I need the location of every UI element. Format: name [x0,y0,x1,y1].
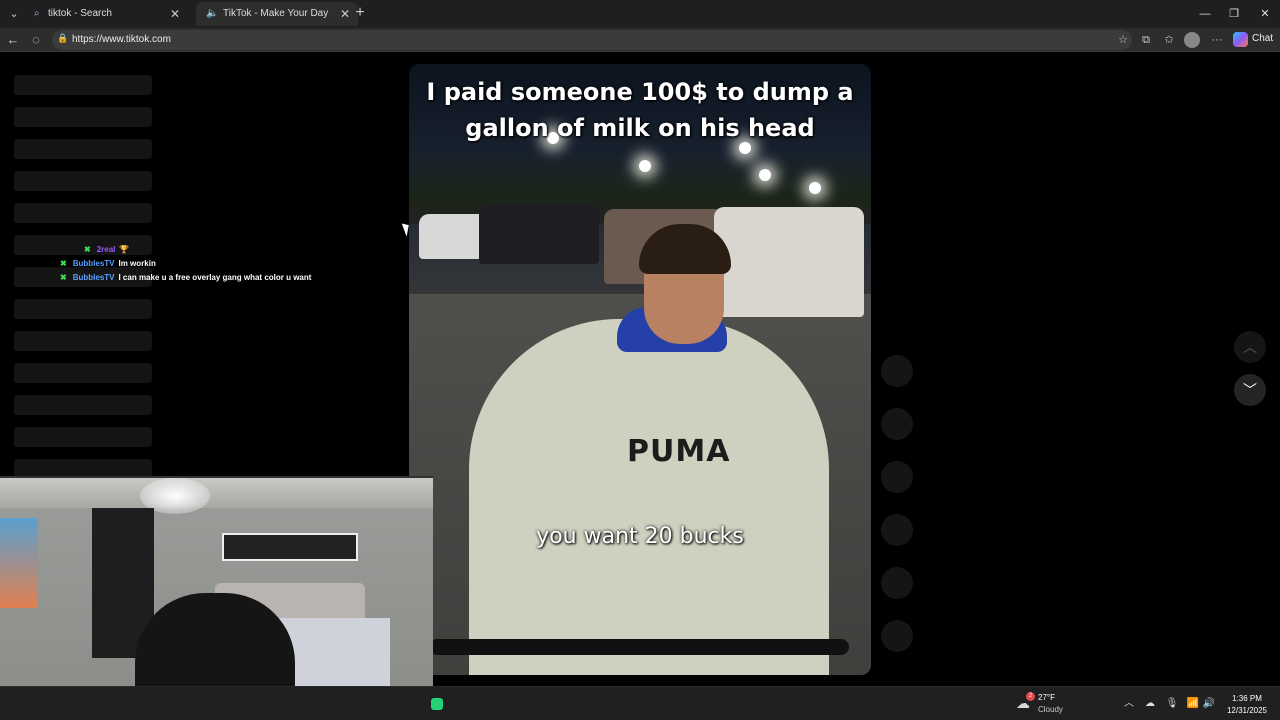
sidebar-skeleton-item [14,331,152,351]
weather-condition[interactable]: Cloudy [1038,705,1063,714]
windows-taskbar: ☁ 2 27°F Cloudy ︿ ☁ 🎙 📶 🔊 1:36 PM 12/31/… [0,686,1280,720]
music-button-skeleton[interactable] [881,567,913,599]
chat-text: I can make u a free overlay gang what co… [118,273,312,282]
clock-time[interactable]: 1:36 PM [1222,694,1272,703]
sidebar-skeleton-item [14,427,152,447]
microphone-icon[interactable]: 🎙 [1165,697,1179,711]
close-window-button[interactable]: ✕ [1250,0,1280,28]
stream-chat-overlay: ✖ 2real 🏆 ✖ BubblesTV Im workin ✖ BubblesTV I … [60,243,311,285]
weather-badge: 2 [1026,692,1035,701]
sidebar-skeleton-item [14,75,152,95]
like-button-skeleton[interactable] [881,355,913,387]
tab-close-icon[interactable]: ✕ [170,2,180,26]
browser-titlebar: ⌄ ⌕ tiktok - Search ✕ 🔈 TikTok - Make Yo… [0,0,1280,28]
sidebar-skeleton-item [14,171,152,191]
video-scene-bike [429,639,849,655]
address-bar[interactable]: 🔒 https://www.tiktok.com ☆ [52,30,1132,50]
sidebar-skeleton-item [14,203,152,223]
tab-tiktok-make-your-day[interactable]: 🔈 TikTok - Make Your Day ✕ [196,2,358,26]
video-scene-hoodie [469,319,829,675]
extensions-icon[interactable]: ⧉ [1138,32,1154,48]
tray-overflow-chevron-icon[interactable]: ︿ [1122,697,1136,711]
clock-date[interactable]: 12/31/2025 [1222,706,1272,715]
new-tab-button[interactable]: + [350,4,370,24]
stop-loading-button[interactable]: ◌ [26,30,46,50]
share-button-skeleton[interactable] [881,514,913,546]
webcam-overlay [0,476,433,720]
search-icon: ⌕ [34,8,40,19]
sidebar-skeleton-item [14,139,152,159]
tab-close-icon[interactable]: ✕ [340,2,350,26]
chat-username: BubblesTV [72,259,115,268]
chevron-up-icon: ︿ [1243,339,1257,355]
favorite-star-icon[interactable]: ☆ [1118,33,1128,46]
chevron-down-icon: ﹀ [1243,382,1257,398]
sidebar-skeleton-item [14,107,152,127]
previous-video-button[interactable]: ︿ [1234,331,1266,363]
webcam-poster [0,518,38,608]
webcam-ceiling [0,478,433,508]
moderator-badge-icon: ✖ [60,273,67,282]
video-shirt-brand: PUMA [627,434,731,469]
favorites-icon[interactable]: ✩ [1161,32,1177,48]
back-button[interactable]: ← [3,30,23,50]
video-caption-top: I paid someone 100$ to dump a gallon of … [426,78,854,142]
bookmark-button-skeleton[interactable] [881,461,913,493]
wifi-icon[interactable]: 📶 [1186,697,1200,711]
copilot-label: Chat [1252,33,1274,44]
chat-username: 2real [96,245,116,254]
more-button-skeleton[interactable] [881,620,913,652]
chat-message: ✖ BubblesTV Im workin [60,257,311,271]
chat-text: 🏆 [119,245,130,254]
volume-icon[interactable]: 🔊 [1202,697,1216,711]
speaker-icon[interactable]: 🔈 [206,2,218,26]
next-video-button[interactable]: ﹀ [1234,374,1266,406]
moderator-badge-icon: ✖ [60,259,67,268]
profile-avatar[interactable] [1184,32,1200,48]
taskbar-app-icon[interactable] [431,698,443,710]
chat-message: ✖ 2real 🏆 [60,243,311,257]
video-caption-bottom: you want 20 bucks [536,524,744,549]
chat-text: Im workin [118,259,156,268]
weather-temperature[interactable]: 27°F [1038,693,1055,702]
sidebar-skeleton-item [14,363,152,383]
copilot-chat-button[interactable]: Chat [1233,31,1275,49]
url-text[interactable]: https://www.tiktok.com [72,34,171,45]
maximize-button[interactable]: ❐ [1219,0,1249,28]
video-scene-car [479,204,599,264]
onedrive-icon[interactable]: ☁ [1143,697,1157,711]
comment-button-skeleton[interactable] [881,408,913,440]
video-scene-car [714,207,864,317]
sidebar-skeleton-item [14,395,152,415]
lock-icon[interactable]: 🔒 [57,33,68,44]
tab-label: TikTok - Make Your Day [223,8,329,19]
address-bar-row: ← ◌ 🔒 https://www.tiktok.com ☆ ⧉ ✩ ··· C… [0,28,1280,52]
webcam-shelf [222,533,358,561]
tab-tiktok-search[interactable]: ⌕ tiktok - Search ✕ [26,2,188,26]
moderator-badge-icon: ✖ [84,245,91,254]
chat-username: BubblesTV [72,273,115,282]
sidebar-skeleton-item [14,299,152,319]
more-options-icon[interactable]: ··· [1209,32,1225,48]
video-player[interactable]: PUMA I paid someone 100$ to dump a gallo… [409,64,871,675]
chat-message: ✖ BubblesTV I can make u a free overlay ga… [60,271,311,285]
tab-label: tiktok - Search [48,8,112,19]
tab-actions-chevron-icon[interactable]: ⌄ [4,4,24,24]
minimize-button[interactable]: — [1190,0,1220,28]
copilot-icon [1233,32,1248,47]
